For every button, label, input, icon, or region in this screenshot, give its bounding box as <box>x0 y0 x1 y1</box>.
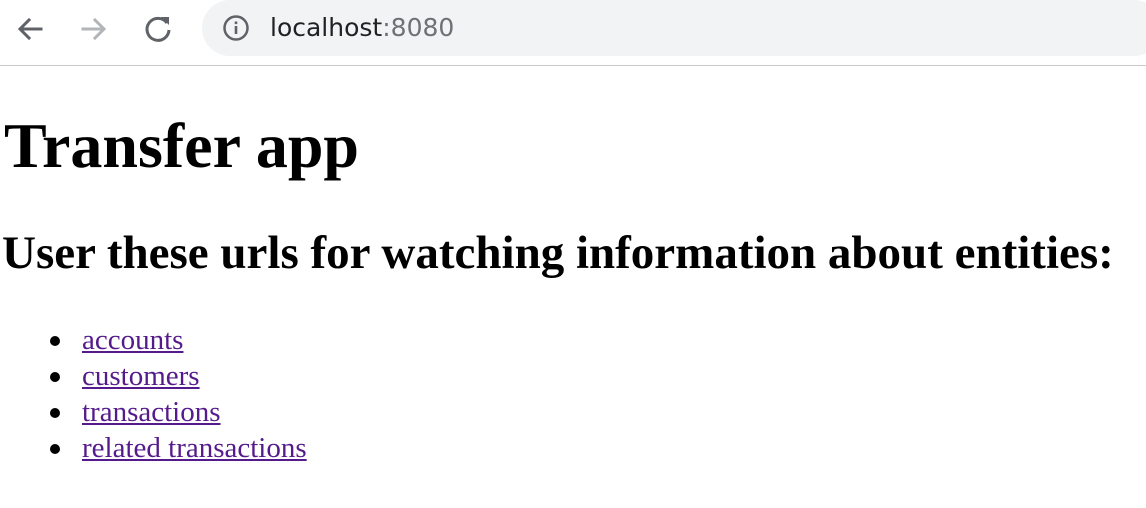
bullet-icon <box>50 444 60 454</box>
link-accounts[interactable]: accounts <box>82 322 183 358</box>
url-port: :8080 <box>382 13 455 42</box>
url-host: localhost <box>270 13 383 42</box>
link-related-transactions[interactable]: related transactions <box>82 430 307 466</box>
reload-button[interactable] <box>138 9 178 49</box>
reload-icon <box>145 16 171 42</box>
forward-button[interactable] <box>74 9 114 49</box>
page-title: Transfer app <box>4 110 359 181</box>
url-text[interactable]: localhost:8080 <box>270 12 454 44</box>
arrow-left-icon <box>17 17 43 41</box>
bullet-icon <box>50 336 60 346</box>
page-subtitle: User these urls for watching information… <box>2 227 1114 279</box>
back-button[interactable] <box>10 9 50 49</box>
link-customers[interactable]: customers <box>82 358 200 394</box>
address-bar[interactable]: localhost:8080 <box>202 0 1146 56</box>
link-transactions[interactable]: transactions <box>82 394 221 430</box>
arrow-right-icon <box>81 17 107 41</box>
bullet-icon <box>50 408 60 418</box>
bullet-icon <box>50 372 60 382</box>
info-icon[interactable] <box>222 14 250 42</box>
browser-toolbar: localhost:8080 <box>0 0 1146 66</box>
